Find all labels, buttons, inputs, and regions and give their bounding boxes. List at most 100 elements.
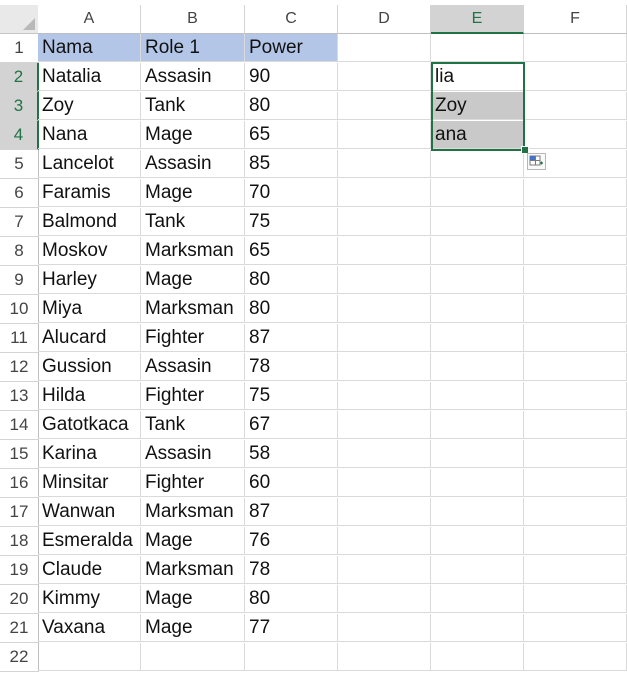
- cell-c20[interactable]: 80: [245, 585, 338, 613]
- cell-c11[interactable]: 87: [245, 324, 338, 352]
- row-header-21[interactable]: 21: [0, 614, 39, 643]
- column-header-f[interactable]: F: [524, 5, 627, 34]
- row-header-16[interactable]: 16: [0, 469, 39, 498]
- cell-a3[interactable]: Zoy: [38, 92, 141, 120]
- cell-b22[interactable]: [141, 643, 245, 671]
- cell-b20[interactable]: Mage: [141, 585, 245, 613]
- cell-d7[interactable]: [338, 208, 431, 236]
- cell-e3[interactable]: Zoy: [431, 92, 524, 120]
- cell-a10[interactable]: Miya: [38, 295, 141, 323]
- row-header-4[interactable]: 4: [0, 121, 39, 150]
- row-header-3[interactable]: 3: [0, 92, 39, 121]
- cell-d18[interactable]: [338, 527, 431, 555]
- cell-e8[interactable]: [431, 237, 524, 265]
- cell-a9[interactable]: Harley: [38, 266, 141, 294]
- cell-e19[interactable]: [431, 556, 524, 584]
- cell-c14[interactable]: 67: [245, 411, 338, 439]
- cell-b3[interactable]: Tank: [141, 92, 245, 120]
- cell-d4[interactable]: [338, 121, 431, 149]
- cell-c16[interactable]: 60: [245, 469, 338, 497]
- cell-a22[interactable]: [38, 643, 141, 671]
- cell-f4[interactable]: [524, 121, 627, 149]
- cell-f19[interactable]: [524, 556, 627, 584]
- cell-e21[interactable]: [431, 614, 524, 642]
- cell-a15[interactable]: Karina: [38, 440, 141, 468]
- cell-e7[interactable]: [431, 208, 524, 236]
- cell-a19[interactable]: Claude: [38, 556, 141, 584]
- cell-b6[interactable]: Mage: [141, 179, 245, 207]
- column-header-a[interactable]: A: [38, 5, 141, 34]
- cell-f9[interactable]: [524, 266, 627, 294]
- cell-b2[interactable]: Assasin: [141, 63, 245, 91]
- cell-b7[interactable]: Tank: [141, 208, 245, 236]
- column-header-c[interactable]: C: [245, 5, 338, 34]
- cell-c10[interactable]: 80: [245, 295, 338, 323]
- cell-f15[interactable]: [524, 440, 627, 468]
- cell-d11[interactable]: [338, 324, 431, 352]
- cell-b21[interactable]: Mage: [141, 614, 245, 642]
- cell-d13[interactable]: [338, 382, 431, 410]
- cell-c7[interactable]: 75: [245, 208, 338, 236]
- row-header-20[interactable]: 20: [0, 585, 39, 614]
- column-header-b[interactable]: B: [141, 5, 245, 34]
- row-header-10[interactable]: 10: [0, 295, 39, 324]
- cell-f17[interactable]: [524, 498, 627, 526]
- cell-d3[interactable]: [338, 92, 431, 120]
- cell-f14[interactable]: [524, 411, 627, 439]
- cell-f11[interactable]: [524, 324, 627, 352]
- cell-d9[interactable]: [338, 266, 431, 294]
- row-header-18[interactable]: 18: [0, 527, 39, 556]
- cell-c3[interactable]: 80: [245, 92, 338, 120]
- cell-e10[interactable]: [431, 295, 524, 323]
- row-header-6[interactable]: 6: [0, 179, 39, 208]
- cell-c5[interactable]: 85: [245, 150, 338, 178]
- row-header-17[interactable]: 17: [0, 498, 39, 527]
- cell-e20[interactable]: [431, 585, 524, 613]
- cell-e14[interactable]: [431, 411, 524, 439]
- row-header-5[interactable]: 5: [0, 150, 39, 179]
- row-header-13[interactable]: 13: [0, 382, 39, 411]
- cell-c1[interactable]: Power: [245, 34, 338, 62]
- cell-f6[interactable]: [524, 179, 627, 207]
- cell-c4[interactable]: 65: [245, 121, 338, 149]
- cell-f22[interactable]: [524, 643, 627, 671]
- column-header-d[interactable]: D: [338, 5, 431, 34]
- cell-b15[interactable]: Assasin: [141, 440, 245, 468]
- cell-c15[interactable]: 58: [245, 440, 338, 468]
- row-header-11[interactable]: 11: [0, 324, 39, 353]
- row-header-9[interactable]: 9: [0, 266, 39, 295]
- cell-b5[interactable]: Assasin: [141, 150, 245, 178]
- cell-b11[interactable]: Fighter: [141, 324, 245, 352]
- cell-b13[interactable]: Fighter: [141, 382, 245, 410]
- cell-b9[interactable]: Mage: [141, 266, 245, 294]
- cell-b1[interactable]: Role 1: [141, 34, 245, 62]
- cell-d19[interactable]: [338, 556, 431, 584]
- cell-a2[interactable]: Natalia: [38, 63, 141, 91]
- cell-e11[interactable]: [431, 324, 524, 352]
- cell-d21[interactable]: [338, 614, 431, 642]
- cell-f8[interactable]: [524, 237, 627, 265]
- flash-fill-options-button[interactable]: [527, 153, 546, 170]
- cell-c12[interactable]: 78: [245, 353, 338, 381]
- cell-e13[interactable]: [431, 382, 524, 410]
- cell-e17[interactable]: [431, 498, 524, 526]
- row-header-12[interactable]: 12: [0, 353, 39, 382]
- cell-b19[interactable]: Marksman: [141, 556, 245, 584]
- cell-e2[interactable]: lia: [431, 63, 524, 91]
- cell-d17[interactable]: [338, 498, 431, 526]
- cell-a5[interactable]: Lancelot: [38, 150, 141, 178]
- cell-f20[interactable]: [524, 585, 627, 613]
- cell-f12[interactable]: [524, 353, 627, 381]
- cell-d20[interactable]: [338, 585, 431, 613]
- row-header-1[interactable]: 1: [0, 34, 39, 63]
- cell-f2[interactable]: [524, 63, 627, 91]
- cell-d5[interactable]: [338, 150, 431, 178]
- cell-a8[interactable]: Moskov: [38, 237, 141, 265]
- select-all-button[interactable]: [0, 5, 39, 34]
- cell-a21[interactable]: Vaxana: [38, 614, 141, 642]
- cell-f16[interactable]: [524, 469, 627, 497]
- cell-b17[interactable]: Marksman: [141, 498, 245, 526]
- cell-c22[interactable]: [245, 643, 338, 671]
- cell-a1[interactable]: Nama: [38, 34, 141, 62]
- cell-d12[interactable]: [338, 353, 431, 381]
